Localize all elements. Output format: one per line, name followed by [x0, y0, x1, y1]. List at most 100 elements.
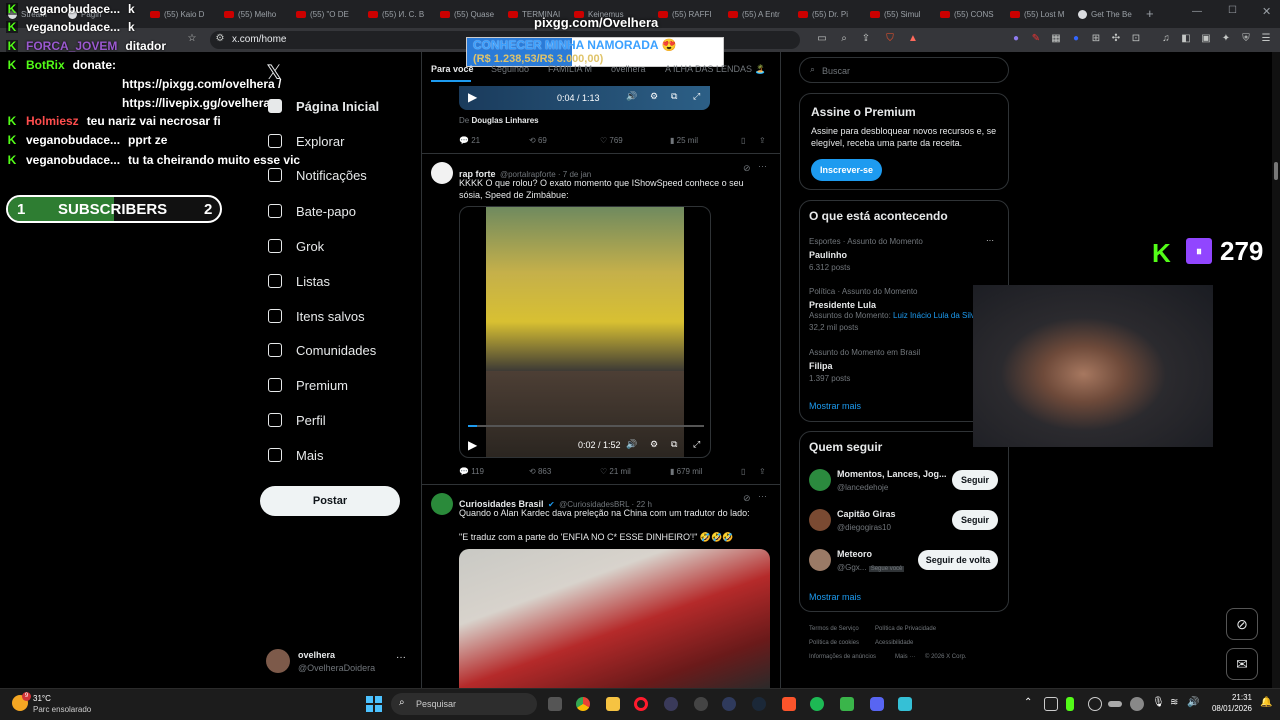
timeline-tab[interactable]: FAMILIA M — [548, 64, 592, 74]
tray-chevron-icon[interactable]: ⌃ — [1024, 697, 1032, 708]
menu-icon[interactable]: ☰ — [1260, 33, 1272, 45]
follow-handle[interactable]: @lancedehoje — [837, 483, 888, 492]
browser-tab[interactable]: (55) A Entr — [728, 4, 788, 24]
tray-icon-3[interactable] — [1088, 697, 1102, 711]
follow-button[interactable]: Seguir de volta — [918, 550, 998, 570]
minimize-button[interactable]: — — [1192, 6, 1202, 17]
mic-icon[interactable]: 🎙 — [1152, 697, 1165, 708]
wifi-icon[interactable]: ≋ — [1170, 697, 1178, 708]
grok-fab[interactable]: ⊘ — [1226, 608, 1258, 640]
bookmark-icon[interactable]: ▯ — [741, 136, 745, 145]
play-icon[interactable]: ▶ — [468, 438, 477, 452]
weather-widget[interactable]: 9 31°C Parc ensolarado — [12, 692, 122, 716]
file-explorer-icon[interactable] — [606, 697, 620, 711]
maximize-button[interactable]: ☐ — [1228, 5, 1237, 16]
brave-rewards-icon[interactable]: ▲ — [907, 33, 919, 45]
zoom-icon[interactable]: ⌕ — [838, 33, 850, 45]
nav-item[interactable]: Comunidades — [268, 338, 376, 362]
media-icon[interactable]: ♫ — [1160, 33, 1172, 45]
tray-icon-5[interactable] — [1130, 697, 1144, 711]
tweet-more-icon[interactable]: ··· — [758, 491, 767, 501]
trending-show-more[interactable]: Mostrar mais — [809, 401, 861, 411]
search-box[interactable]: ⌕ Buscar — [799, 57, 1009, 83]
messages-fab[interactable]: ✉ — [1226, 648, 1258, 680]
nav-item[interactable]: Perfil — [268, 408, 326, 432]
browser-tab[interactable]: (55) Quase — [440, 4, 500, 24]
site-info-icon[interactable]: ⚙ — [214, 33, 226, 45]
scrollbar-thumb[interactable] — [1274, 162, 1278, 180]
video-player[interactable] — [459, 206, 711, 458]
settings-icon[interactable]: ⚙ — [650, 91, 658, 102]
views-button[interactable]: ▮ 679 mil — [670, 467, 702, 476]
task-view-icon[interactable] — [548, 697, 562, 711]
nav-item[interactable]: Página Inicial — [268, 94, 379, 118]
chrome-icon[interactable] — [576, 697, 590, 711]
app-icon-2[interactable] — [694, 697, 708, 711]
notifications-icon[interactable]: 🔔 — [1260, 697, 1272, 708]
trend-more-icon[interactable]: ··· — [986, 236, 994, 245]
follow-name[interactable]: Momentos, Lances, Jog... — [837, 469, 947, 479]
app-icon-3[interactable] — [722, 697, 736, 711]
tweet-more-icon[interactable]: ··· — [758, 161, 767, 171]
reply-button[interactable]: 💬 21 — [459, 136, 480, 145]
clock[interactable]: 21:31 08/01/2026 — [1206, 693, 1252, 713]
account-switcher[interactable]: ovelhera @OvelheraDoidera ··· — [266, 646, 412, 676]
trend-topic[interactable]: Filipa — [809, 361, 833, 371]
tweet-avatar[interactable] — [431, 162, 453, 184]
sidebar-icon[interactable]: ◧ — [1180, 33, 1192, 45]
app-icon-1[interactable] — [664, 697, 678, 711]
follow-handle[interactable]: @Ggx... Segue você — [837, 563, 905, 572]
extension-icon-4[interactable]: ● — [1070, 33, 1082, 45]
repost-button[interactable]: ⟲ 69 — [529, 136, 547, 145]
start-button[interactable] — [366, 696, 382, 712]
fullscreen-icon[interactable]: ⤢ — [693, 91, 700, 102]
tray-icon-2[interactable] — [1066, 697, 1074, 711]
leo-ai-icon[interactable]: ✦ — [1220, 33, 1232, 45]
tweet-video[interactable] — [459, 549, 770, 689]
subscribe-button[interactable]: Inscrever-se — [811, 159, 882, 181]
timeline-tab[interactable]: Seguindo — [491, 64, 529, 74]
footer-link[interactable]: Acessibilidade — [875, 640, 913, 646]
nav-item[interactable]: Premium — [268, 373, 348, 397]
close-window-button[interactable]: ✕ — [1262, 5, 1271, 18]
nav-item[interactable]: Grok — [268, 234, 324, 258]
trend-related-link[interactable]: Luiz Inácio Lula da Silva — [893, 311, 979, 320]
tray-icon-4[interactable] — [1108, 701, 1122, 707]
who-to-follow-show-more[interactable]: Mostrar mais — [809, 592, 861, 602]
volume-icon[interactable]: 🔊 — [1187, 697, 1199, 708]
like-button[interactable]: ♡ 769 — [600, 136, 623, 145]
follow-avatar[interactable] — [809, 549, 831, 571]
extensions-puzzle-icon[interactable]: ✣ — [1110, 33, 1122, 45]
video-progress[interactable] — [468, 425, 704, 427]
browser-tab[interactable]: Get The Be — [1078, 4, 1142, 24]
follow-button[interactable]: Seguir — [952, 470, 998, 490]
footer-link[interactable]: Política de Privacidade — [875, 626, 936, 632]
views-button[interactable]: ▮ 25 mil — [670, 136, 698, 145]
browser-tab[interactable]: (55) Melho — [224, 4, 284, 24]
tray-icon-1[interactable] — [1044, 697, 1058, 711]
trend-topic[interactable]: Paulinho — [809, 250, 847, 260]
browser-tab[interactable]: (55) RAFFI — [658, 4, 718, 24]
bookmark-page-icon[interactable]: ☆ — [186, 33, 198, 45]
share-icon[interactable]: ⇪ — [860, 33, 872, 45]
follow-avatar[interactable] — [809, 509, 831, 531]
opera-icon[interactable] — [634, 697, 648, 711]
footer-link[interactable]: Termos de Serviço — [809, 626, 859, 632]
footer-link[interactable]: Informações de anúncios — [809, 654, 876, 660]
pip-icon[interactable]: ⧉ — [671, 439, 677, 450]
timeline-tab[interactable]: A ILHA DAS LENDAS 🏝️ — [665, 64, 766, 75]
like-button[interactable]: ♡ 21 mil — [600, 467, 631, 476]
nav-item[interactable]: Notificações — [268, 163, 367, 187]
discord-icon[interactable] — [870, 697, 884, 711]
browser-tab[interactable]: (55) CONS — [940, 4, 1000, 24]
browser-tab[interactable]: (55) Dr. Pi — [798, 4, 858, 24]
footer-link[interactable]: Mais ··· — [895, 654, 915, 660]
cast-icon[interactable]: ▭ — [816, 33, 828, 45]
downloads-icon[interactable]: ⊡ — [1130, 33, 1142, 45]
browser-tab[interactable]: (55) И. С. В — [368, 4, 428, 24]
follow-button[interactable]: Seguir — [952, 510, 998, 530]
vpn-icon[interactable]: ⛨ — [1240, 33, 1252, 45]
brave-icon[interactable] — [782, 697, 796, 711]
timeline-tab[interactable]: Para você — [431, 64, 474, 74]
x-logo-icon[interactable]: 𝕏 — [266, 60, 282, 85]
